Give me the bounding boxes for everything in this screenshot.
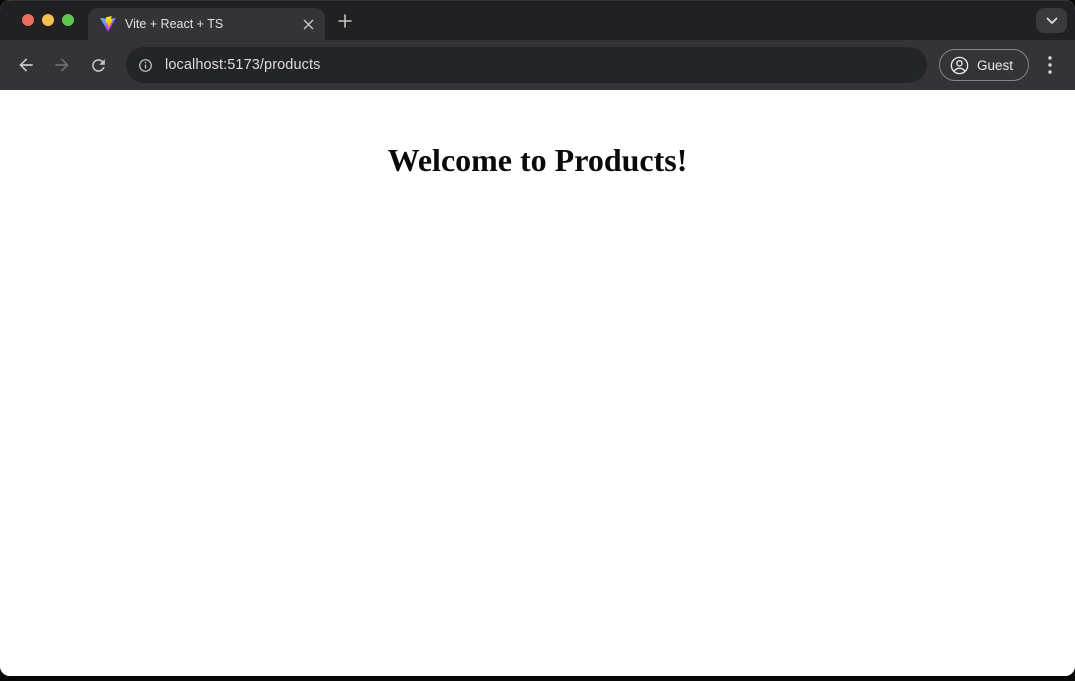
traffic-lights bbox=[22, 14, 74, 26]
vite-logo-icon bbox=[100, 16, 116, 32]
arrow-right-icon bbox=[52, 55, 72, 75]
browser-toolbar: localhost:5173/products Guest bbox=[0, 40, 1075, 90]
reload-button[interactable] bbox=[83, 50, 113, 80]
new-tab-button[interactable] bbox=[332, 8, 358, 34]
tab-title: Vite + React + TS bbox=[125, 17, 299, 31]
info-circle-icon bbox=[137, 57, 154, 74]
page-heading: Welcome to Products! bbox=[0, 90, 1075, 179]
browser-menu-button[interactable] bbox=[1037, 50, 1063, 80]
fullscreen-window-button[interactable] bbox=[62, 14, 74, 26]
address-bar[interactable]: localhost:5173/products bbox=[126, 47, 927, 83]
tab-search-button[interactable] bbox=[1036, 8, 1067, 33]
plus-icon bbox=[338, 14, 352, 28]
browser-window: Vite + React + TS bbox=[0, 0, 1075, 676]
page-content: Welcome to Products! bbox=[0, 90, 1075, 676]
url-text[interactable]: localhost:5173/products bbox=[165, 57, 320, 73]
profile-button[interactable]: Guest bbox=[939, 49, 1029, 81]
site-info-button[interactable] bbox=[132, 52, 158, 78]
kebab-menu-icon bbox=[1048, 56, 1052, 74]
person-circle-icon bbox=[949, 55, 970, 76]
arrow-left-icon bbox=[16, 55, 36, 75]
tab-close-icon[interactable] bbox=[299, 15, 317, 33]
back-button[interactable] bbox=[11, 50, 41, 80]
tab-strip: Vite + React + TS bbox=[0, 0, 1075, 40]
tab-vite-react-ts[interactable]: Vite + React + TS bbox=[88, 8, 325, 40]
reload-icon bbox=[89, 56, 108, 75]
forward-button[interactable] bbox=[47, 50, 77, 80]
profile-label: Guest bbox=[977, 58, 1013, 73]
minimize-window-button[interactable] bbox=[42, 14, 54, 26]
close-window-button[interactable] bbox=[22, 14, 34, 26]
chevron-down-icon bbox=[1046, 17, 1058, 25]
